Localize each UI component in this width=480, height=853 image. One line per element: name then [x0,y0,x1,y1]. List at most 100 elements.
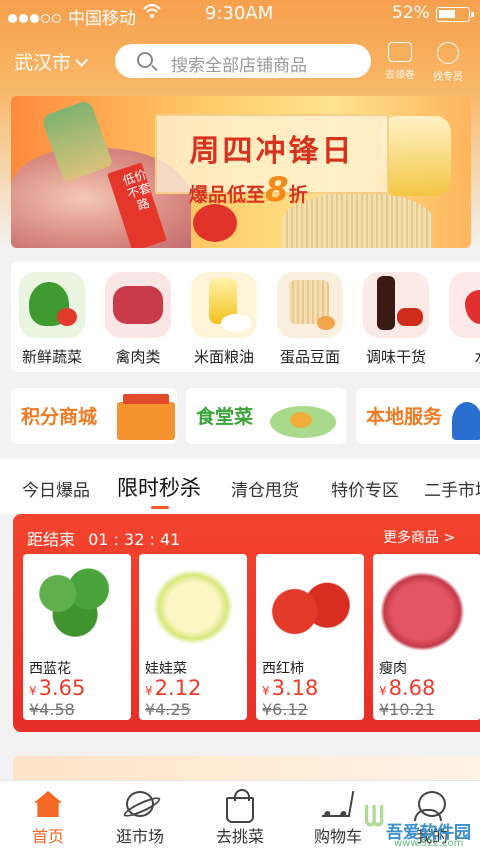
clock: 9:30AM [205,3,274,24]
tab-flash-sale[interactable]: 限时秒杀 [117,472,201,502]
more-products-link[interactable]: 更多商品 > [383,527,455,547]
find-staff-button[interactable]: 找专员 [426,42,470,83]
sauce-icon [363,272,429,338]
nav-home[interactable]: 首页 [8,791,88,847]
category-meat[interactable]: 禽肉类 [97,272,179,367]
price-value: 3.65 [38,676,86,700]
promo-banner[interactable]: 低价不套路 周四冲锋日 爆品低至8折 [11,96,471,248]
category-label: 蛋品豆面 [279,348,340,366]
coupon-label: 去领卷 [385,70,415,81]
original-price: ¥10.21 [379,700,435,719]
category-label: 水 [441,346,480,367]
dish-icon [270,406,336,438]
category-vegetables[interactable]: 新鲜蔬菜 [11,272,93,367]
tab-clearance[interactable]: 清仓甩货 [231,476,299,501]
noodle-icon [277,272,343,338]
lean-pork-image [379,562,475,652]
category-label: 米面粮油 [193,348,254,366]
product-name: 西蓝花 [29,661,71,677]
battery-icon [436,7,474,22]
category-seasoning[interactable]: 调味干货 [355,272,437,367]
product-card[interactable]: 西红柿 ¥3.18 ¥6.12 [256,554,364,720]
price-value: 3.18 [271,676,319,700]
banner-subtitle-suffix: 折 [288,184,308,206]
promo-label: 食堂菜 [196,406,254,428]
banner-title: 周四冲锋日 [189,134,355,169]
watermark: ᗯ 吾爱软件园 www.52z.com [356,800,476,850]
vegetable-icon [19,272,85,338]
currency-symbol: ¥ [145,684,153,698]
promo-label: 积分商城 [21,406,98,428]
search-icon [137,52,153,68]
currency-symbol: ¥ [29,684,37,698]
banner-discount: 8 [265,170,289,210]
basket-icon [226,789,254,823]
countdown-timer: 01 : 32 : 41 [88,530,181,549]
carrier-name: 中国移动 [68,9,136,29]
original-price: ¥4.58 [29,700,75,719]
category-label: 新鲜蔬菜 [21,348,82,366]
product-price: ¥8.68 [379,676,435,700]
tab-second-hand[interactable]: 二手市场 [424,476,480,501]
chat-icon [437,42,459,64]
nav-label: 逛市场 [115,827,164,846]
nav-market[interactable]: 逛市场 [100,791,180,847]
tab-special-price[interactable]: 特价专区 [331,476,399,501]
category-label: 调味干货 [365,348,426,366]
original-price: ¥4.25 [145,700,191,719]
search-bar[interactable]: 搜索全部店铺商品 [115,44,371,78]
nav-label: 去挑菜 [215,827,264,846]
category-label: 禽肉类 [115,348,161,366]
banner-subtitle: 爆品低至8折 [189,170,308,210]
canteen-card[interactable]: 食堂菜 [186,388,346,444]
product-card[interactable]: 娃娃菜 ¥2.12 ¥4.25 [139,554,247,720]
oil-illustration [381,116,451,196]
category-fruit[interactable]: 水 [441,272,480,367]
staff-label: 找专员 [433,72,463,83]
status-bar: 中国移动 9:30AM 52% [0,0,480,29]
signal-icon [8,8,63,28]
nav-label: 购物车 [313,827,362,846]
countdown-label: 距结束 [27,530,76,549]
nav-pick-vegetables[interactable]: 去挑菜 [200,789,280,847]
product-card[interactable]: 瘦肉 ¥8.68 ¥10.21 [373,554,480,720]
cart-icon [321,791,355,817]
active-tab-indicator [151,506,169,509]
tomato-image [262,562,358,652]
search-placeholder: 搜索全部店铺商品 [171,56,307,76]
strawberry-icon [449,272,480,338]
planet-icon [126,791,154,817]
points-mall-card[interactable]: 积分商城 [11,388,177,444]
flash-sale-panel: 距结束 01 : 32 : 41 更多商品 > 西蓝花 ¥3.65 ¥4.58 … [13,514,480,732]
category-grain-oil[interactable]: 米面粮油 [183,272,265,367]
broccoli-image [29,562,125,652]
countdown: 距结束 01 : 32 : 41 [27,526,180,550]
product-card[interactable]: 西蓝花 ¥3.65 ¥4.58 [23,554,131,720]
category-egg-tofu[interactable]: 蛋品豆面 [269,272,351,367]
home-icon [34,791,62,817]
city-name: 武汉市 [14,52,72,74]
product-name: 瘦肉 [379,661,407,677]
battery-percent: 52% [392,3,430,23]
cabbage-image [145,562,241,652]
chevron-down-icon [75,54,88,67]
original-price: ¥6.12 [262,700,308,719]
meat-icon [105,272,171,338]
city-selector[interactable]: 武汉市 [14,48,88,75]
price-value: 2.12 [154,676,202,700]
gift-icon [117,394,175,440]
product-price: ¥3.65 [29,676,85,700]
currency-symbol: ¥ [379,684,387,698]
currency-symbol: ¥ [262,684,270,698]
product-price: ¥3.18 [262,676,318,700]
coupon-button[interactable]: 去领卷 [378,42,422,81]
product-name: 娃娃菜 [145,661,187,677]
banner-subtitle-prefix: 爆品低至 [189,184,266,206]
watermark-line2: www.52z.com [394,838,464,849]
tab-today-hot[interactable]: 今日爆品 [22,476,90,501]
product-price: ¥2.12 [145,676,201,700]
promo-label: 本地服务 [366,406,443,428]
oil-icon [191,272,257,338]
local-service-card[interactable]: 本地服务 [356,388,480,444]
price-value: 8.68 [388,676,436,700]
